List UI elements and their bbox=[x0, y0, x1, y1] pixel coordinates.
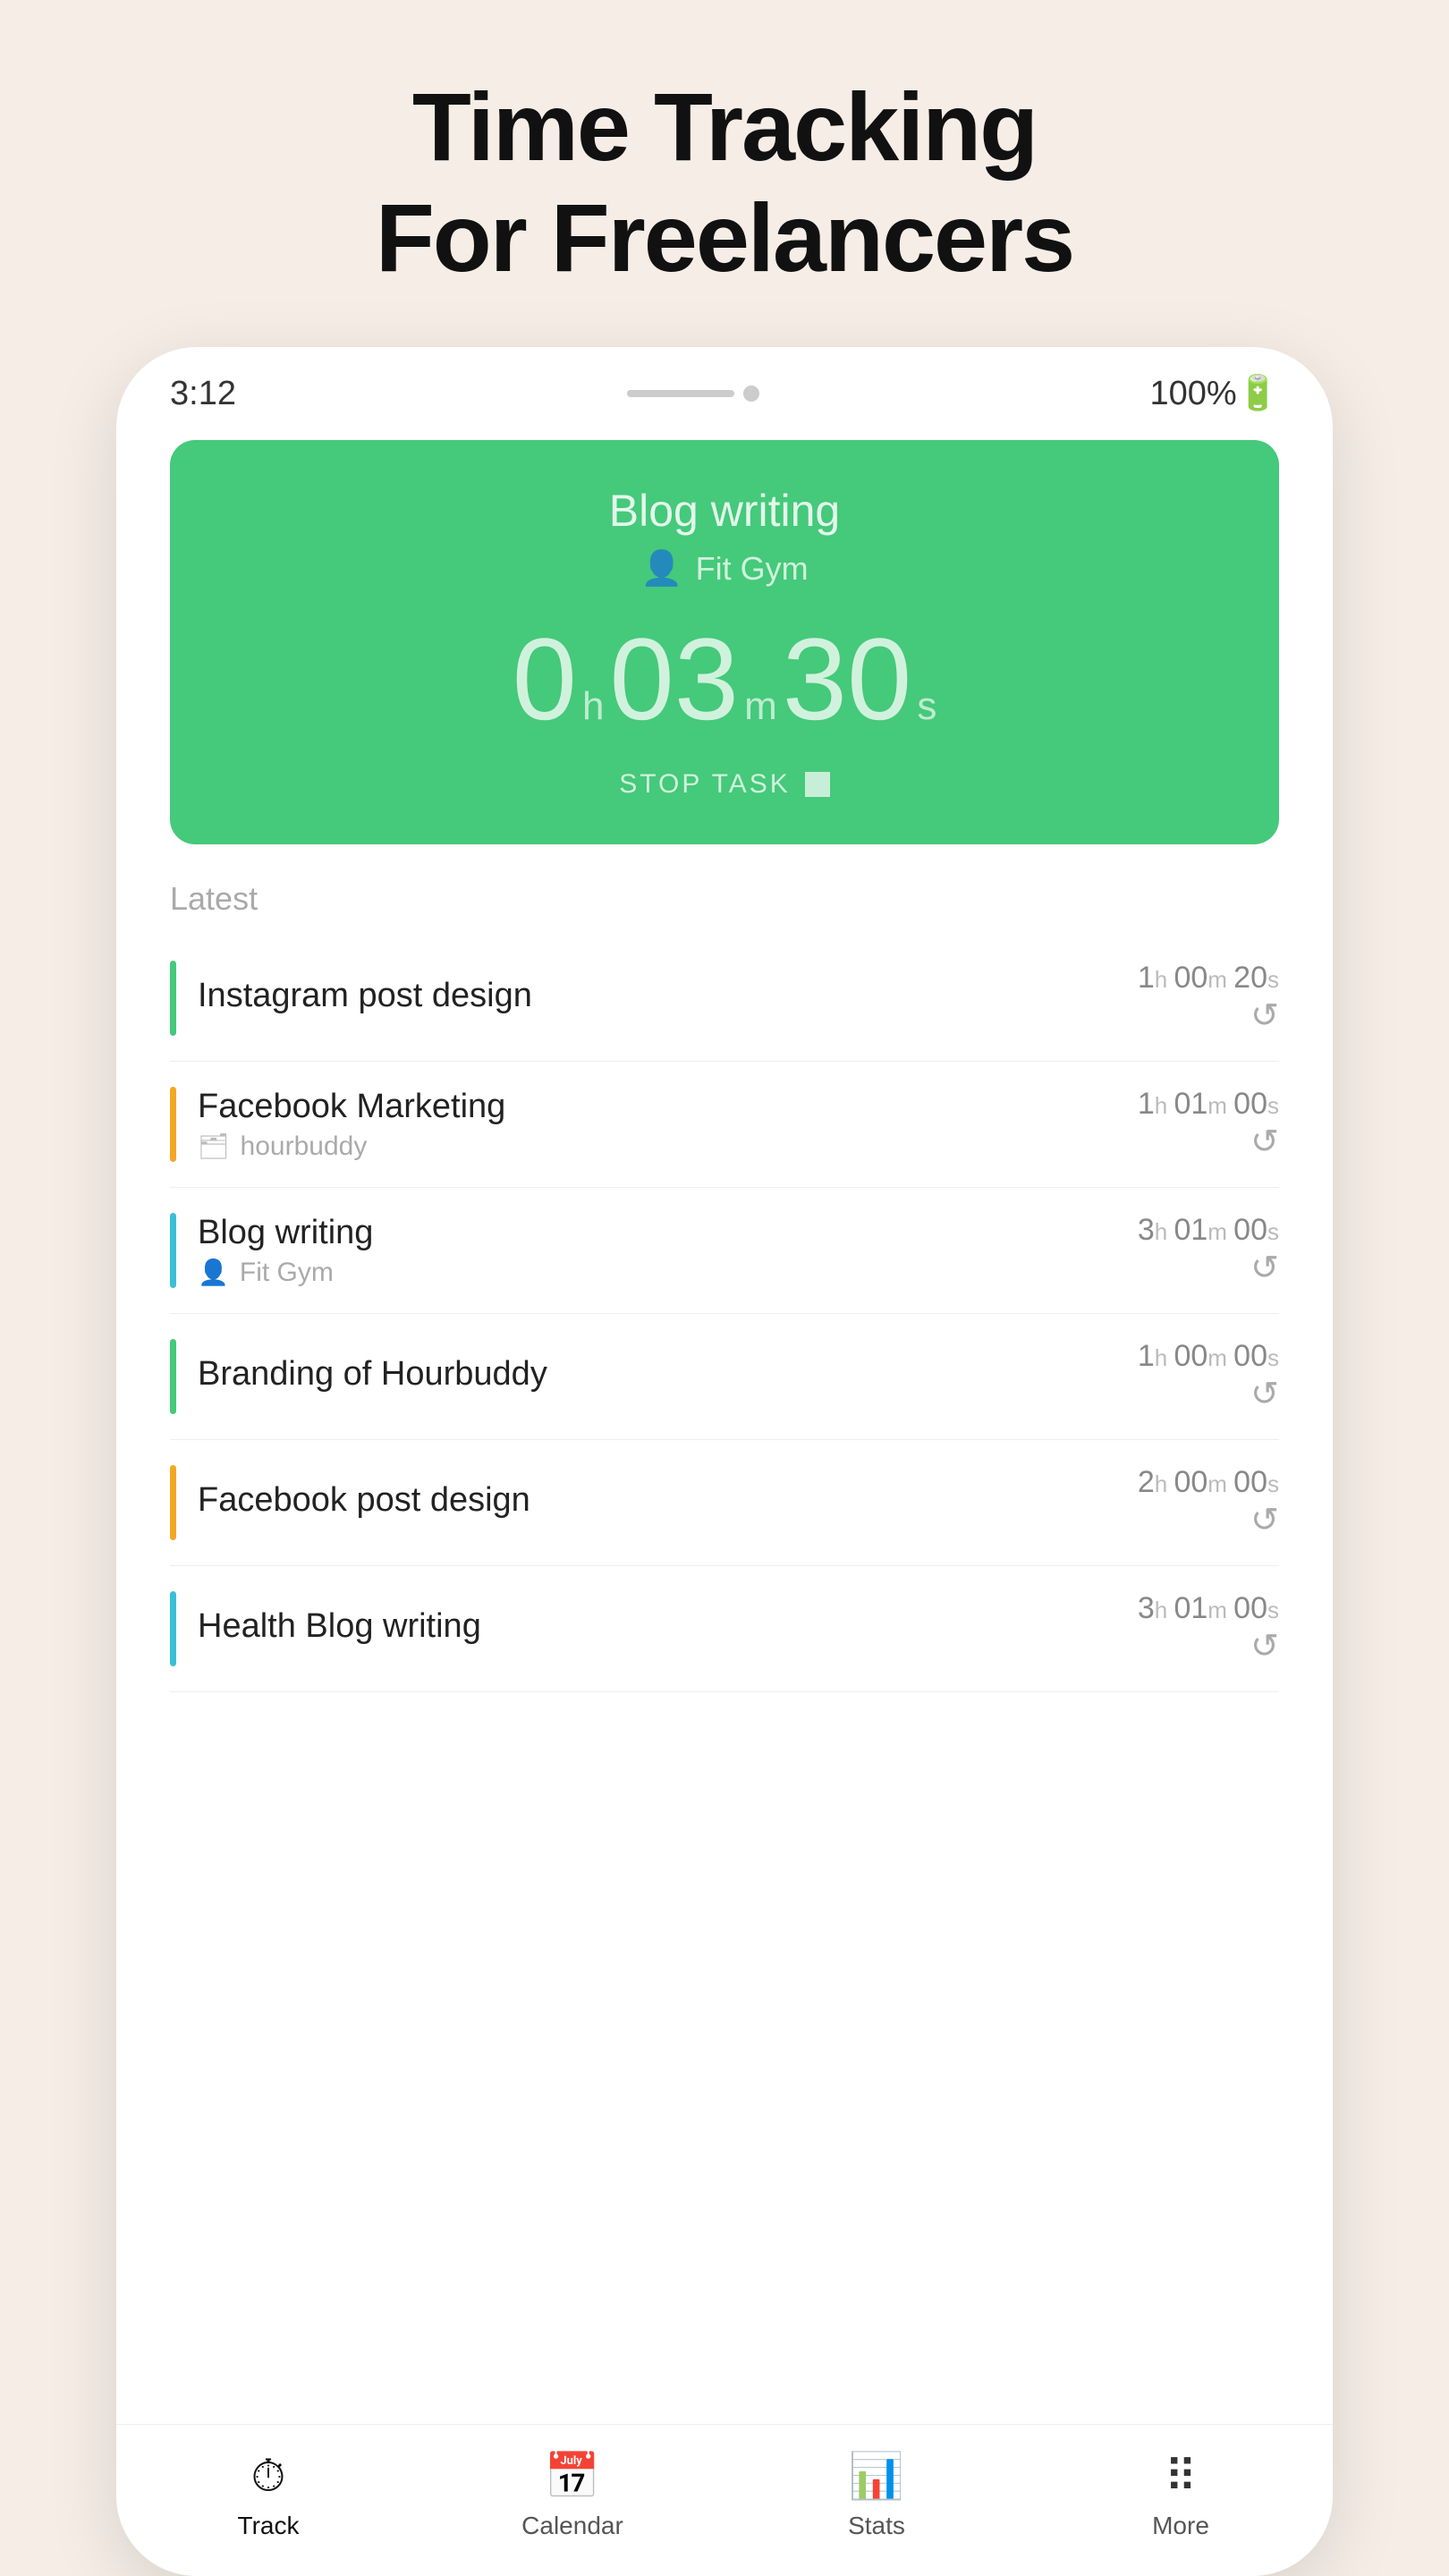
task-name: Facebook Marketing bbox=[198, 1088, 1120, 1126]
task-duration: 3h 01m 00s bbox=[1138, 1213, 1279, 1248]
timer-client-name: Fit Gym bbox=[696, 550, 809, 588]
task-right: 1h 00m 20s↺ bbox=[1120, 961, 1279, 1036]
nav-item-calendar[interactable]: 📅 Calendar bbox=[483, 2450, 662, 2540]
stop-task-button[interactable]: STOP TASK bbox=[619, 769, 830, 800]
person-icon: 👤 bbox=[198, 1258, 229, 1287]
timer-card: Blog writing 👤 Fit Gym 0 h 03 m 30 s STO… bbox=[170, 440, 1279, 844]
stop-task-label: STOP TASK bbox=[619, 769, 791, 800]
timer-minutes: 03 bbox=[609, 621, 739, 737]
task-right: 3h 01m 00s↺ bbox=[1120, 1591, 1279, 1666]
task-item[interactable]: Health Blog writing3h 01m 00s↺ bbox=[170, 1566, 1279, 1692]
track-nav-icon: ⏱ bbox=[251, 2450, 286, 2503]
timer-hours-unit: h bbox=[582, 684, 604, 729]
replay-button[interactable]: ↺ bbox=[1250, 1374, 1279, 1414]
replay-button[interactable]: ↺ bbox=[1250, 1122, 1279, 1162]
task-name: Blog writing bbox=[198, 1214, 1120, 1252]
task-info: Facebook post design bbox=[198, 1465, 1120, 1540]
replay-button[interactable]: ↺ bbox=[1250, 1248, 1279, 1288]
page-title: Time Tracking For Freelancers bbox=[376, 0, 1073, 347]
nav-item-more[interactable]: ⠿ More bbox=[1091, 2451, 1270, 2540]
task-info: Instagram post design bbox=[198, 961, 1120, 1036]
more-nav-label: More bbox=[1152, 2512, 1209, 2540]
more-nav-icon: ⠿ bbox=[1165, 2451, 1198, 2503]
task-name: Facebook post design bbox=[198, 1481, 1120, 1520]
calendar-nav-icon: 📅 bbox=[545, 2450, 600, 2503]
stats-nav-label: Stats bbox=[848, 2512, 905, 2540]
task-info: Health Blog writing bbox=[198, 1591, 1120, 1666]
calendar-nav-label: Calendar bbox=[521, 2512, 623, 2540]
task-right: 3h 01m 00s↺ bbox=[1120, 1213, 1279, 1288]
task-color-bar bbox=[170, 1087, 176, 1162]
notch bbox=[627, 386, 759, 402]
task-info: Facebook Marketing 🗂 hourbuddy bbox=[198, 1087, 1120, 1162]
timer-minutes-unit: m bbox=[744, 684, 777, 729]
notch-bar bbox=[627, 390, 734, 397]
task-item[interactable]: Blog writing 👤 Fit Gym 3h 01m 00s↺ bbox=[170, 1188, 1279, 1314]
task-right: 1h 01m 00s↺ bbox=[1120, 1087, 1279, 1162]
task-color-bar bbox=[170, 1213, 176, 1288]
notch-dot bbox=[743, 386, 759, 402]
task-client-name: hourbuddy bbox=[241, 1131, 368, 1162]
phone-frame: 3:12 100%🔋 Blog writing 👤 Fit Gym 0 h 03… bbox=[116, 347, 1333, 2576]
replay-button[interactable]: ↺ bbox=[1250, 1500, 1279, 1540]
task-right: 1h 00m 00s↺ bbox=[1120, 1339, 1279, 1414]
timer-hours: 0 bbox=[513, 621, 577, 737]
latest-section: Latest Instagram post design1h 00m 20s↺F… bbox=[116, 844, 1333, 2424]
status-time: 3:12 bbox=[170, 375, 236, 413]
latest-label: Latest bbox=[170, 880, 1279, 918]
task-duration: 1h 01m 00s bbox=[1138, 1087, 1279, 1122]
task-right: 2h 00m 00s↺ bbox=[1120, 1465, 1279, 1540]
task-item[interactable]: Facebook post design2h 00m 00s↺ bbox=[170, 1440, 1279, 1566]
task-color-bar bbox=[170, 961, 176, 1036]
track-nav-label: Track bbox=[238, 2512, 300, 2540]
task-client-name: Fit Gym bbox=[240, 1258, 334, 1288]
task-item[interactable]: Instagram post design1h 00m 20s↺ bbox=[170, 936, 1279, 1062]
task-duration: 2h 00m 00s bbox=[1138, 1465, 1279, 1500]
battery-indicator: 100%🔋 bbox=[1149, 374, 1279, 413]
replay-button[interactable]: ↺ bbox=[1250, 996, 1279, 1036]
task-client: 👤 Fit Gym bbox=[198, 1258, 1120, 1288]
timer-display: 0 h 03 m 30 s bbox=[513, 621, 937, 737]
task-color-bar bbox=[170, 1339, 176, 1414]
stop-icon bbox=[805, 772, 830, 797]
timer-seconds-unit: s bbox=[917, 684, 936, 729]
task-item[interactable]: Facebook Marketing 🗂 hourbuddy 1h 01m 00s↺ bbox=[170, 1062, 1279, 1188]
nav-item-track[interactable]: ⏱ Track bbox=[179, 2450, 358, 2540]
bottom-nav: ⏱ Track 📅 Calendar 📊 Stats ⠿ More bbox=[116, 2424, 1333, 2576]
task-info: Branding of Hourbuddy bbox=[198, 1339, 1120, 1414]
task-duration: 3h 01m 00s bbox=[1138, 1591, 1279, 1626]
task-color-bar bbox=[170, 1465, 176, 1540]
task-duration: 1h 00m 00s bbox=[1138, 1339, 1279, 1374]
replay-button[interactable]: ↺ bbox=[1250, 1626, 1279, 1666]
timer-client: 👤 Fit Gym bbox=[640, 549, 808, 589]
person-icon: 👤 bbox=[640, 549, 682, 589]
folder-icon: 🗂 bbox=[198, 1131, 230, 1161]
task-item[interactable]: Branding of Hourbuddy1h 00m 00s↺ bbox=[170, 1314, 1279, 1440]
task-list: Instagram post design1h 00m 20s↺Facebook… bbox=[170, 936, 1279, 1692]
nav-item-stats[interactable]: 📊 Stats bbox=[787, 2450, 966, 2540]
task-name: Health Blog writing bbox=[198, 1607, 1120, 1646]
task-name: Branding of Hourbuddy bbox=[198, 1355, 1120, 1394]
task-name: Instagram post design bbox=[198, 977, 1120, 1015]
timer-seconds: 30 bbox=[783, 621, 912, 737]
status-bar: 3:12 100%🔋 bbox=[116, 347, 1333, 422]
task-color-bar bbox=[170, 1591, 176, 1666]
stats-nav-icon: 📊 bbox=[849, 2450, 904, 2503]
task-duration: 1h 00m 20s bbox=[1138, 961, 1279, 996]
task-client: 🗂 hourbuddy bbox=[198, 1131, 1120, 1162]
timer-task-name: Blog writing bbox=[609, 485, 840, 537]
task-info: Blog writing 👤 Fit Gym bbox=[198, 1213, 1120, 1288]
